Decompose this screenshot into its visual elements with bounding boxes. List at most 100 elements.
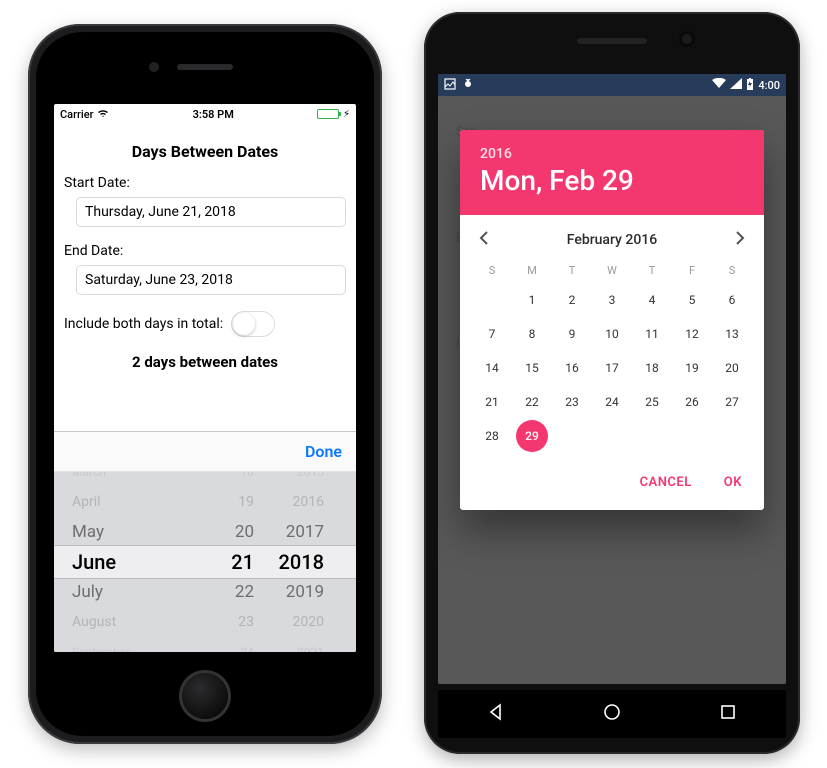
status-time: 3:58 PM [109, 108, 316, 121]
picker-option[interactable]: July [72, 577, 182, 607]
month-title: February 2016 [567, 232, 657, 248]
android-front-camera [682, 34, 692, 44]
calendar-day[interactable]: 25 [636, 386, 668, 418]
iphone-screen: Carrier 3:58 PM ⚡︎ Days Between Dates St… [54, 104, 356, 652]
calendar-day[interactable]: 8 [516, 318, 548, 350]
calendar-day[interactable]: 21 [476, 386, 508, 418]
nav-recent-button[interactable] [718, 702, 738, 726]
nav-back-button[interactable] [486, 702, 506, 726]
month-wheel[interactable]: MarchAprilMayJuneJulyAugustSeptember [72, 472, 182, 652]
calendar-day[interactable]: 24 [596, 386, 628, 418]
calendar-day[interactable]: 22 [516, 386, 548, 418]
picker-option[interactable]: 2019 [264, 577, 324, 607]
include-both-days-switch[interactable] [231, 311, 275, 337]
calendar-day[interactable]: 14 [476, 352, 508, 384]
page-title: Days Between Dates [64, 142, 346, 161]
dow-label: M [512, 258, 552, 283]
picker-option[interactable]: April [72, 487, 182, 517]
picker-option[interactable]: August [72, 607, 182, 637]
status-time: 4:00 [758, 79, 780, 92]
calendar-day[interactable]: 15 [516, 352, 548, 384]
calendar-day[interactable]: 4 [636, 284, 668, 316]
picker-option[interactable]: 2015 [264, 472, 324, 487]
android-nav-bar [438, 690, 786, 738]
picker-option[interactable]: June [72, 547, 182, 577]
calendar-day[interactable]: 2 [556, 284, 588, 316]
wifi-icon [97, 108, 109, 121]
picker-option[interactable]: 2021 [264, 637, 324, 652]
iphone-speaker [177, 64, 233, 70]
calendar-day[interactable]: 18 [636, 352, 668, 384]
android-speaker [577, 38, 647, 44]
picker-option[interactable]: 2020 [264, 607, 324, 637]
picker-option[interactable]: 2017 [264, 517, 324, 547]
dow-label: T [552, 258, 592, 283]
ok-button[interactable]: OK [714, 467, 752, 498]
calendar-day[interactable]: 26 [676, 386, 708, 418]
calendar-day[interactable]: 13 [716, 318, 748, 350]
picker-option[interactable]: 18 [204, 472, 254, 487]
done-button[interactable]: Done [305, 442, 342, 461]
android-device-frame: 4:00 Sta End Incl 2016 Mon, Feb 29 [424, 12, 800, 754]
picker-option[interactable]: 2016 [264, 487, 324, 517]
android-screen: 4:00 Sta End Incl 2016 Mon, Feb 29 [438, 74, 786, 684]
picker-option[interactable]: 20 [204, 517, 254, 547]
next-month-button[interactable] [726, 229, 754, 250]
end-date-label: End Date: [64, 243, 346, 259]
battery-icon [746, 78, 754, 93]
calendar-day[interactable]: 11 [636, 318, 668, 350]
picker-option[interactable]: 2018 [264, 547, 324, 577]
calendar-day[interactable]: 1 [516, 284, 548, 316]
carrier-label: Carrier [60, 108, 93, 121]
dialog-actions: CANCEL OK [460, 461, 764, 510]
calendar-grid: SMTWTFS 12345678910111213141516171819202… [460, 254, 764, 461]
picker-option[interactable]: September [72, 637, 182, 652]
dow-label: F [672, 258, 712, 283]
home-button[interactable] [179, 670, 231, 722]
ios-status-bar: Carrier 3:58 PM ⚡︎ [54, 104, 356, 124]
picker-option[interactable]: 23 [204, 607, 254, 637]
charging-icon: ⚡︎ [343, 109, 350, 120]
calendar-day[interactable]: 28 [476, 420, 508, 452]
dow-label: S [472, 258, 512, 283]
picker-option[interactable]: 19 [204, 487, 254, 517]
calendar-day[interactable]: 27 [716, 386, 748, 418]
calendar-day[interactable]: 10 [596, 318, 628, 350]
calendar-day[interactable]: 17 [596, 352, 628, 384]
calendar-day[interactable]: 29 [516, 420, 548, 452]
prev-month-button[interactable] [470, 229, 498, 250]
start-date-field[interactable]: Thursday, June 21, 2018 [76, 197, 346, 227]
notification-screenshot-icon [444, 78, 456, 93]
header-selected-date[interactable]: Mon, Feb 29 [480, 164, 744, 197]
calendar-day[interactable]: 23 [556, 386, 588, 418]
header-year[interactable]: 2016 [480, 146, 744, 162]
picker-option[interactable]: 22 [204, 577, 254, 607]
picker-option[interactable]: March [72, 472, 182, 487]
picker-option[interactable]: 24 [204, 637, 254, 652]
calendar-day[interactable]: 16 [556, 352, 588, 384]
dow-label: T [632, 258, 672, 283]
picker-option[interactable]: May [72, 517, 182, 547]
calendar-day[interactable]: 7 [476, 318, 508, 350]
dialog-header: 2016 Mon, Feb 29 [460, 130, 764, 215]
calendar-day[interactable]: 6 [716, 284, 748, 316]
notification-debug-icon [462, 78, 474, 93]
day-wheel[interactable]: 18192021222324 [204, 472, 254, 652]
app-content: Days Between Dates Start Date: Thursday,… [54, 124, 356, 385]
calendar-day[interactable]: 9 [556, 318, 588, 350]
end-date-field[interactable]: Saturday, June 23, 2018 [76, 265, 346, 295]
result-label: 2 days between dates [64, 353, 346, 371]
year-wheel[interactable]: 2015201620172018201920202021 [264, 472, 324, 652]
picker-option[interactable]: 21 [204, 547, 254, 577]
date-picker-dialog: 2016 Mon, Feb 29 February 2016 SMTWTFS 1… [460, 130, 764, 510]
calendar-day[interactable]: 20 [716, 352, 748, 384]
dow-label: W [592, 258, 632, 283]
calendar-day[interactable]: 5 [676, 284, 708, 316]
cancel-button[interactable]: CANCEL [630, 467, 702, 498]
iphone-bezel: Carrier 3:58 PM ⚡︎ Days Between Dates St… [36, 32, 374, 736]
calendar-day[interactable]: 19 [676, 352, 708, 384]
calendar-day[interactable]: 12 [676, 318, 708, 350]
nav-home-button[interactable] [602, 702, 622, 726]
date-picker-wheels[interactable]: MarchAprilMayJuneJulyAugustSeptember 181… [54, 472, 356, 652]
calendar-day[interactable]: 3 [596, 284, 628, 316]
